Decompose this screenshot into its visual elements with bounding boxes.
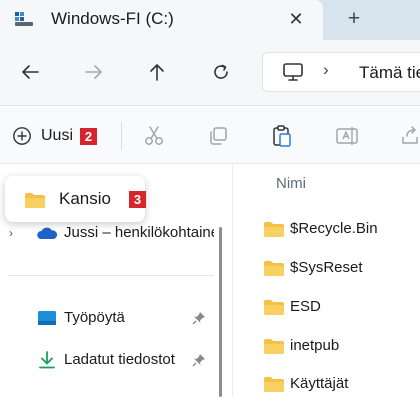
address-path[interactable]: Tämä tie (359, 63, 420, 83)
divider (121, 122, 122, 150)
folder-icon (264, 222, 284, 237)
tab-title: Windows-FI (C:) (51, 9, 174, 28)
file-name: inetpub (290, 337, 340, 354)
list-item[interactable]: $Recycle.Bin (233, 215, 420, 243)
chevron-right-icon[interactable]: › (9, 226, 13, 240)
computer-icon (283, 63, 303, 81)
pin-icon[interactable] (192, 311, 206, 325)
copy-icon[interactable] (204, 122, 232, 150)
forward-arrow-icon[interactable] (80, 58, 108, 86)
new-folder-menu-item[interactable]: Kansio 3 (5, 176, 146, 222)
cut-icon[interactable] (140, 122, 168, 150)
file-name: ESD (290, 298, 321, 315)
section-divider (8, 275, 214, 276)
pin-icon[interactable] (192, 353, 206, 367)
menu-item-label: Kansio (59, 189, 111, 208)
folder-icon (264, 300, 284, 315)
quick-access-label: Työpöytä (64, 309, 125, 326)
new-button[interactable]: Uusi 2 (12, 122, 98, 150)
column-header-name[interactable]: Nimi (276, 175, 306, 192)
file-name: Käyttäjät (290, 375, 349, 392)
quick-access-label: Ladatut tiedostot (64, 351, 175, 368)
folder-icon (264, 261, 284, 276)
tab-windows-fi[interactable]: Windows-FI (C:) ✕ (0, 0, 323, 40)
up-arrow-icon[interactable] (143, 58, 171, 86)
scrollbar[interactable] (219, 227, 222, 397)
onedrive-cloud-icon (37, 227, 58, 239)
back-arrow-icon[interactable] (16, 58, 44, 86)
close-icon[interactable]: ✕ (282, 5, 310, 33)
quick-access-item[interactable]: Työpöytä (0, 303, 220, 333)
folder-icon (264, 377, 284, 392)
list-item[interactable]: ESD (233, 293, 420, 321)
quick-access-item[interactable]: Ladatut tiedostot (0, 345, 220, 375)
paste-icon[interactable] (268, 122, 296, 150)
new-button-label: Uusi (41, 127, 74, 144)
desktop-icon (38, 311, 56, 325)
file-name: $Recycle.Bin (290, 220, 378, 237)
tab-bar: Windows-FI (C:) ✕ + (0, 0, 420, 40)
navigation-bar: › Tämä tie (0, 40, 420, 106)
folder-icon (25, 193, 45, 208)
list-item[interactable]: inetpub (233, 332, 420, 360)
plus-icon[interactable]: + (340, 5, 368, 33)
file-list: Nimi $Recycle.Bin $SysReset ESD inetpub … (233, 165, 420, 397)
address-bar[interactable]: › Tämä tie (262, 52, 420, 92)
tree-item-onedrive[interactable]: › Jussi – henkilökohtainen (0, 220, 232, 248)
share-icon[interactable] (396, 122, 420, 150)
plus-circle-icon (13, 127, 31, 145)
refresh-icon[interactable] (207, 58, 235, 86)
folder-icon (264, 339, 284, 354)
chevron-right-icon[interactable]: › (323, 60, 329, 80)
step-badge: 3 (129, 191, 146, 208)
rename-icon[interactable] (333, 122, 361, 150)
tree-item-label: Jussi – henkilökohtainen (64, 224, 214, 241)
file-name: $SysReset (290, 259, 363, 276)
drive-icon (15, 12, 33, 26)
list-item[interactable]: $SysReset (233, 254, 420, 282)
download-icon (39, 351, 55, 369)
step-badge: 2 (80, 127, 98, 145)
command-bar: Uusi 2 (0, 107, 420, 164)
list-item[interactable]: Käyttäjät (233, 370, 420, 397)
